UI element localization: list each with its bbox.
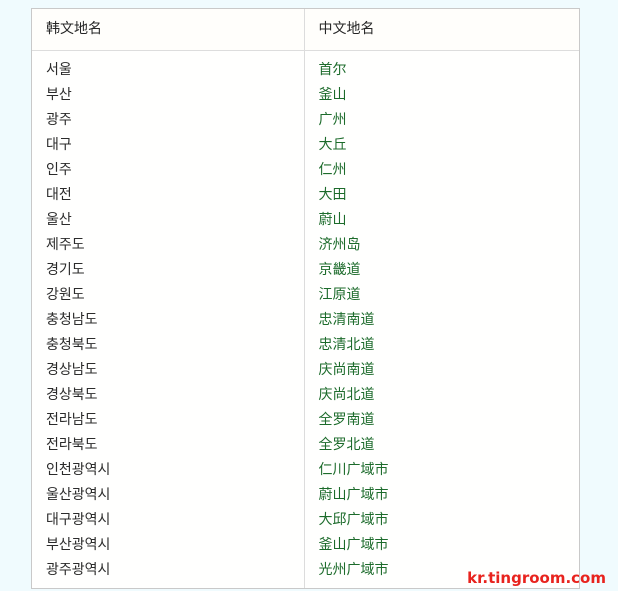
cell-korean-place-name: 대구 bbox=[46, 137, 72, 153]
cell-korean-place-name: 제주도 bbox=[46, 237, 85, 253]
cell-chinese-place-name: 蔚山 bbox=[303, 208, 579, 233]
table-row: 제주도 济州岛 bbox=[32, 233, 579, 258]
cell-chinese-place-name: 全罗北道 bbox=[303, 433, 579, 458]
cell-chinese-place-name: 首尔 bbox=[303, 58, 579, 83]
table-tail-cell bbox=[32, 583, 304, 588]
table-row: 대구광역시 大邱广域市 bbox=[32, 508, 579, 533]
cell-korean-place-name: 울산광역시 bbox=[46, 487, 111, 503]
cell-chinese-place-name: 大邱广域市 bbox=[303, 508, 579, 533]
cell-korean-place-name: 전라북도 bbox=[46, 437, 98, 453]
page-root: 韩文地名 中文地名 서울 首尔 부산 釜山 광주 广州 대구 大丘 인주 仁州 대전 大田 울산 蔚山 제주… bbox=[0, 0, 618, 591]
cell-korean-place-name: 대구광역시 bbox=[46, 512, 111, 528]
cell-chinese-place-name: 仁川广域市 bbox=[303, 458, 579, 483]
cell-chinese-place-name: 大丘 bbox=[303, 133, 579, 158]
column-header-korean: 韩文地名 bbox=[32, 9, 304, 51]
table-header: 韩文地名 中文地名 bbox=[32, 9, 579, 51]
cell-korean-place-name: 충청북도 bbox=[46, 337, 98, 353]
table-row: 서울 首尔 bbox=[32, 58, 579, 83]
cell-korean-place-name: 강원도 bbox=[46, 287, 85, 303]
table-spacer-cell bbox=[32, 51, 304, 59]
table-header-row: 韩文地名 中文地名 bbox=[32, 9, 579, 51]
cell-korean-place-name: 광주 bbox=[46, 112, 72, 128]
cell-chinese-place-name: 大田 bbox=[303, 183, 579, 208]
cell-korean-place-name: 울산 bbox=[46, 212, 72, 228]
cell-chinese-place-name: 全罗南道 bbox=[303, 408, 579, 433]
table-row: 강원도 江原道 bbox=[32, 283, 579, 308]
cell-chinese-place-name: 京畿道 bbox=[303, 258, 579, 283]
cell-chinese-place-name: 济州岛 bbox=[303, 233, 579, 258]
table-row: 전라북도 全罗北道 bbox=[32, 433, 579, 458]
table-row: 인주 仁州 bbox=[32, 158, 579, 183]
table-body: 서울 首尔 부산 釜山 광주 广州 대구 大丘 인주 仁州 대전 大田 울산 蔚山 제주도 济州岛 경기도 京畿道… bbox=[32, 50, 579, 588]
table-row: 경상남도 庆尚南道 bbox=[32, 358, 579, 383]
table-row: 충청북도 忠清北道 bbox=[32, 333, 579, 358]
table-row: 울산광역시 蔚山广域市 bbox=[32, 483, 579, 508]
table-spacer-row bbox=[32, 50, 579, 59]
table-row: 광주 广州 bbox=[32, 108, 579, 133]
cell-korean-place-name: 인주 bbox=[46, 162, 72, 178]
cell-korean-place-name: 전라남도 bbox=[46, 412, 98, 428]
cell-chinese-place-name: 忠清南道 bbox=[303, 308, 579, 333]
cell-korean-place-name: 부산광역시 bbox=[46, 537, 111, 553]
place-names-table: 韩文地名 中文地名 서울 首尔 부산 釜山 광주 广州 대구 大丘 인주 仁州 대전 大田 울산 蔚山 제주… bbox=[32, 9, 579, 588]
table-spacer-cell bbox=[303, 50, 579, 58]
cell-chinese-place-name: 忠清北道 bbox=[303, 333, 579, 358]
cell-chinese-place-name: 庆尚南道 bbox=[303, 358, 579, 383]
table-row: 인천광역시 仁川广域市 bbox=[32, 458, 579, 483]
cell-chinese-place-name: 江原道 bbox=[303, 283, 579, 308]
table-row: 충청남도 忠清南道 bbox=[32, 308, 579, 333]
cell-chinese-place-name: 釜山 bbox=[303, 83, 579, 108]
cell-chinese-place-name: 广州 bbox=[303, 108, 579, 133]
table-row: 대구 大丘 bbox=[32, 133, 579, 158]
cell-korean-place-name: 충청남도 bbox=[46, 312, 98, 328]
table-row: 경상북도 庆尚北道 bbox=[32, 383, 579, 408]
cell-chinese-place-name: 蔚山广域市 bbox=[303, 483, 579, 508]
site-watermark: kr.tingroom.com bbox=[467, 569, 606, 587]
cell-korean-place-name: 대전 bbox=[46, 187, 72, 203]
table-row: 울산 蔚山 bbox=[32, 208, 579, 233]
table-row: 전라남도 全罗南道 bbox=[32, 408, 579, 433]
cell-korean-place-name: 경상북도 bbox=[46, 387, 98, 403]
place-names-table-container: 韩文地名 中文地名 서울 首尔 부산 釜山 광주 广州 대구 大丘 인주 仁州 대전 大田 울산 蔚山 제주… bbox=[31, 8, 580, 589]
cell-korean-place-name: 인천광역시 bbox=[46, 462, 111, 478]
cell-chinese-place-name: 釜山广域市 bbox=[303, 533, 579, 558]
table-row: 부산광역시 釜山广域市 bbox=[32, 533, 579, 558]
cell-korean-place-name: 서울 bbox=[46, 62, 72, 78]
table-row: 대전 大田 bbox=[32, 183, 579, 208]
cell-chinese-place-name: 庆尚北道 bbox=[303, 383, 579, 408]
cell-chinese-place-name: 仁州 bbox=[303, 158, 579, 183]
cell-korean-place-name: 경상남도 bbox=[46, 362, 98, 378]
column-header-chinese: 中文地名 bbox=[303, 9, 579, 51]
table-row: 경기도 京畿道 bbox=[32, 258, 579, 283]
cell-korean-place-name: 광주광역시 bbox=[46, 562, 111, 578]
cell-korean-place-name: 경기도 bbox=[46, 262, 85, 278]
cell-korean-place-name: 부산 bbox=[46, 87, 72, 103]
table-row: 부산 釜山 bbox=[32, 83, 579, 108]
